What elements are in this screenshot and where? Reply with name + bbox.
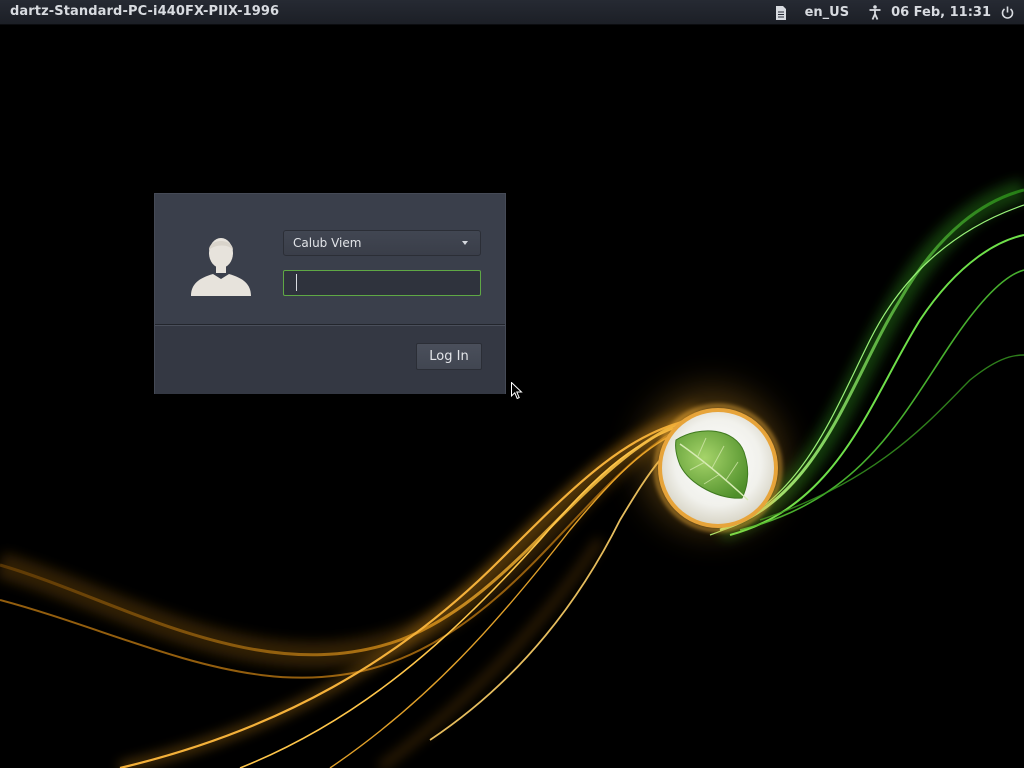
password-input[interactable]: [283, 270, 481, 296]
mouse-pointer-icon: [511, 382, 523, 400]
text-cursor: [296, 274, 297, 291]
login-button[interactable]: Log In: [416, 343, 482, 370]
panel-indicators: en_US 06 Feb, 11:31: [775, 3, 1014, 22]
document-icon[interactable]: [775, 5, 787, 20]
user-avatar-icon: [191, 238, 251, 296]
accessibility-icon[interactable]: [869, 5, 881, 20]
hostname-label: dartz-Standard-PC-i440FX-PIIX-1996: [10, 4, 280, 19]
power-icon[interactable]: [1001, 6, 1014, 19]
chevron-down-icon: [462, 241, 468, 245]
datetime-label[interactable]: 06 Feb, 11:31: [891, 3, 991, 22]
user-select-dropdown[interactable]: Calub Viem: [283, 230, 481, 256]
leaf-emblem: [654, 404, 782, 532]
login-dialog: Calub Viem Log In: [154, 193, 506, 394]
selected-user-label: Calub Viem: [293, 236, 362, 250]
top-panel: dartz-Standard-PC-i440FX-PIIX-1996 en_US…: [0, 0, 1024, 25]
login-credentials-area: Calub Viem: [155, 194, 505, 325]
keyboard-layout-indicator[interactable]: en_US: [805, 3, 850, 22]
